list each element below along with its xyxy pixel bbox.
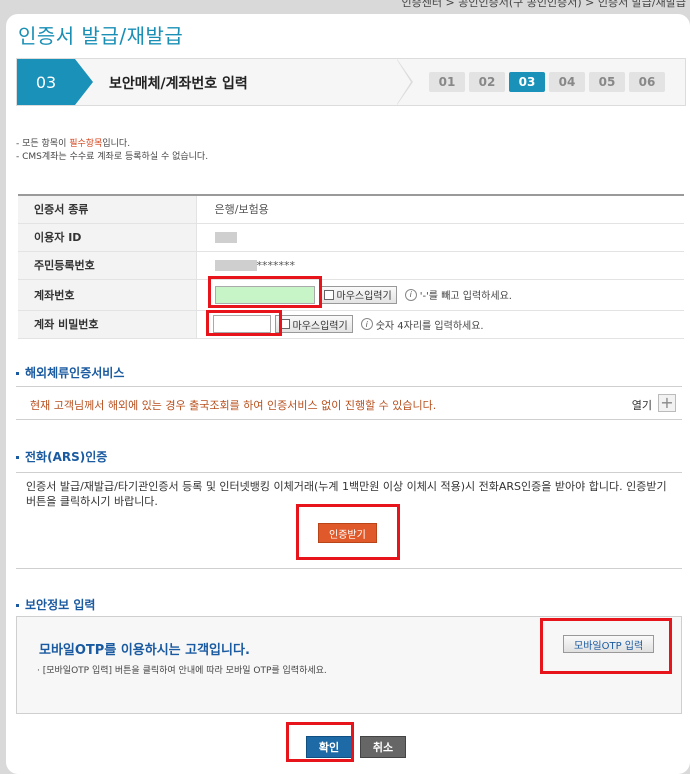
- account-password-label: 계좌 비밀번호: [18, 310, 197, 339]
- highlight-password-input: [206, 310, 282, 336]
- note-required-highlight: 필수항목: [69, 139, 103, 149]
- info-icon: i: [404, 288, 417, 301]
- account-mouse-input-toggle[interactable]: 마우스입력기: [318, 285, 397, 304]
- note-required-prefix: - 모든 항목이: [16, 139, 70, 149]
- overseas-open-label[interactable]: 열기: [632, 397, 652, 413]
- step-title: 보안매체/계좌번호 입력: [109, 76, 248, 92]
- mouse-input-label: 마우스입력기: [292, 320, 348, 332]
- security-heading: 보안정보 입력: [16, 596, 95, 613]
- cert-type-value: 은행/보험용: [196, 195, 684, 224]
- highlight-confirm-button: [286, 722, 354, 762]
- account-number-label: 계좌번호: [18, 279, 197, 311]
- table-row: 주민등록번호 *******: [18, 251, 684, 280]
- page-title: 인증서 발급/재발급: [18, 24, 184, 48]
- notes: - 모든 항목이 필수항목입니다. - CMS계좌는 수수료 계좌로 등록하실 …: [16, 138, 208, 164]
- step-badge-03: 03: [509, 72, 545, 92]
- table-row: 계좌 비밀번호 마우스입력기 i 숫자 4자리를 입력하세요.: [18, 310, 684, 339]
- overseas-heading: 해외체류인증서비스: [16, 364, 124, 381]
- user-id-blurred: [214, 232, 237, 243]
- overseas-text: 현재 고객님께서 해외에 있는 경우 출국조회를 하여 인증서비스 없이 진행할…: [30, 399, 437, 412]
- note-required-suffix: 입니다.: [102, 139, 131, 149]
- step-badge-05: 05: [589, 72, 625, 92]
- security-desc: · [모바일OTP 입력] 버튼을 클릭하여 안내에 따라 모바일 OTP를 입…: [37, 666, 327, 676]
- table-row: 인증서 종류 은행/보험용: [18, 195, 684, 224]
- highlight-ars-button: [296, 504, 400, 560]
- user-id-label: 이용자 ID: [18, 223, 197, 252]
- password-mouse-input-toggle[interactable]: 마우스입력기: [274, 315, 353, 333]
- highlight-otp-button: [540, 618, 672, 674]
- main-panel: 인증서 발급/재발급 03 보안매체/계좌번호 입력 01 02 03 04 0…: [6, 14, 690, 774]
- info-table: 인증서 종류 은행/보험용 이용자 ID 주민등록번호 ******* 계좌번호…: [18, 194, 684, 339]
- password-hint: 숫자 4자리를 입력하세요.: [375, 320, 484, 332]
- ars-heading: 전화(ARS)인증: [16, 448, 107, 465]
- overseas-panel: 현재 고객님께서 해외에 있는 경우 출국조회를 하여 인증서비스 없이 진행할…: [16, 386, 682, 420]
- table-row: 계좌번호 마우스입력기 i '-'를 빼고 입력하세요.: [18, 279, 684, 311]
- step-arrow-icon: [75, 59, 93, 105]
- step-badge-04: 04: [549, 72, 585, 92]
- resident-number-label: 주민등록번호: [18, 251, 197, 280]
- note-cms: - CMS계좌는 수수료 계좌로 등록하실 수 없습니다.: [16, 152, 209, 162]
- step-badges: 01 02 03 04 05 06: [429, 72, 665, 92]
- step-divider-icon: [397, 59, 417, 105]
- step-badge-06: 06: [629, 72, 665, 92]
- current-step-number: 03: [17, 59, 75, 105]
- checkbox-icon[interactable]: [323, 289, 334, 300]
- mouse-input-label: 마우스입력기: [336, 291, 392, 302]
- expand-plus-icon[interactable]: +: [658, 394, 676, 412]
- resident-number-masked: *******: [256, 258, 296, 272]
- account-hint: '-'를 빼고 입력하세요.: [419, 291, 512, 302]
- highlight-account-input: [208, 276, 322, 308]
- step-badge-02: 02: [469, 72, 505, 92]
- cancel-button[interactable]: 취소: [360, 736, 406, 758]
- security-title: 모바일OTP를 이용하시는 고객입니다.: [39, 643, 250, 658]
- cert-type-label: 인증서 종류: [18, 195, 197, 224]
- resident-number-blurred: [214, 260, 257, 271]
- breadcrumb: 인증센터 > 공인인증서(구 공인인증서) > 인증서 발급/재발급: [401, 0, 686, 9]
- step-bar: 03 보안매체/계좌번호 입력 01 02 03 04 05 06: [16, 58, 686, 106]
- table-row: 이용자 ID: [18, 223, 684, 252]
- note-required: - 모든 항목이 필수항목입니다.: [16, 138, 208, 151]
- info-icon: i: [360, 318, 373, 330]
- step-badge-01: 01: [429, 72, 465, 92]
